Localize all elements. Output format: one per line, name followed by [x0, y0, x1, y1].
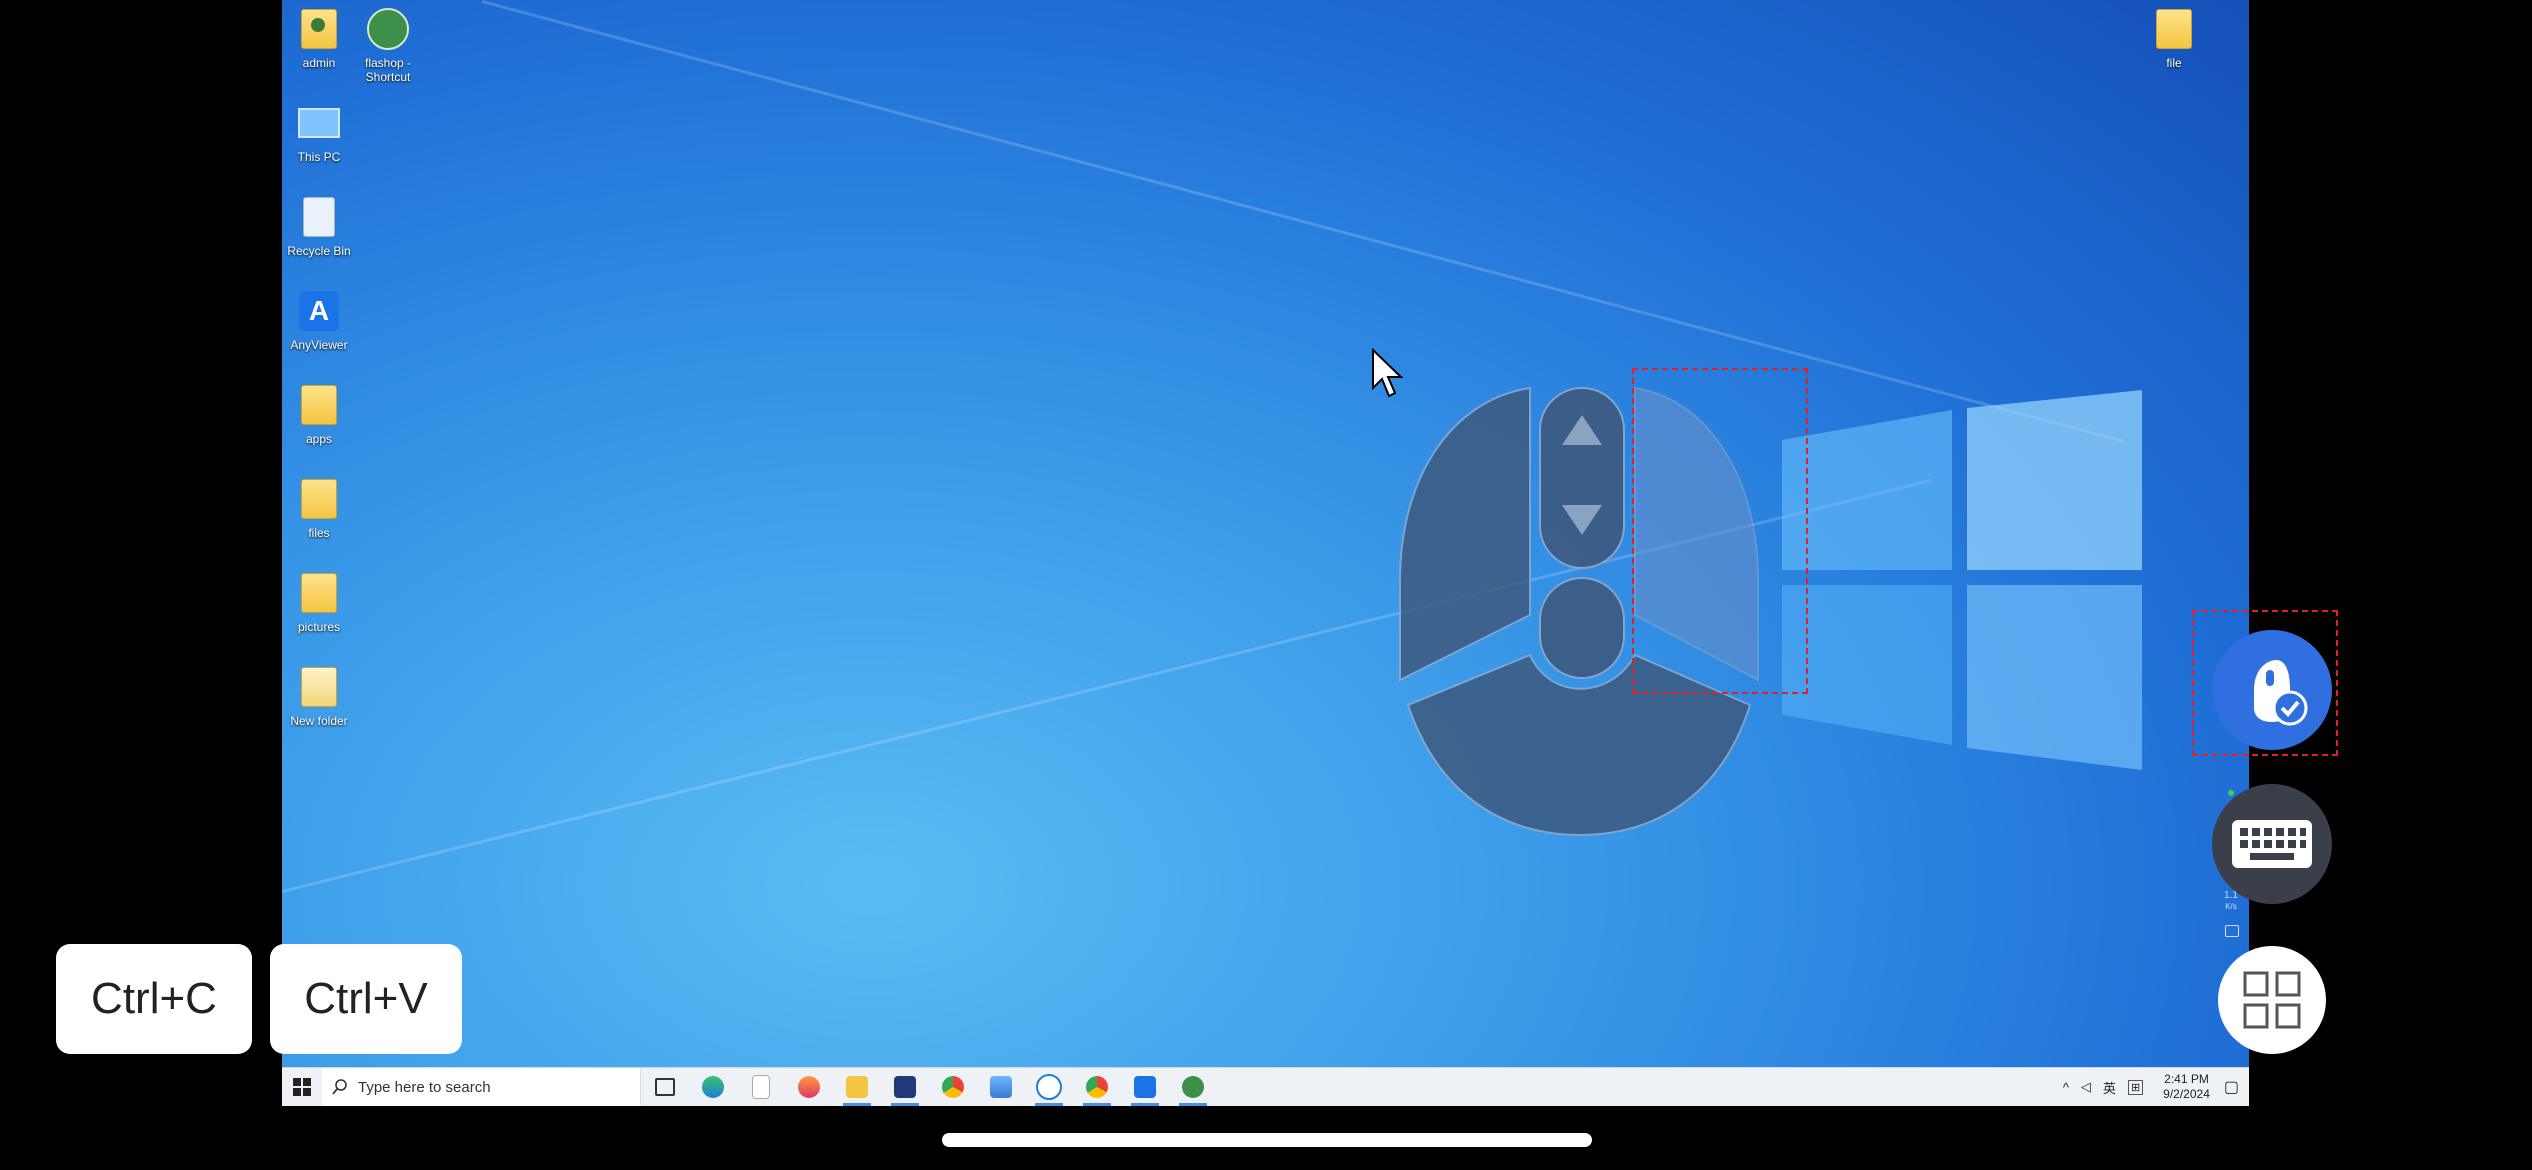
volume-icon[interactable]: ◁: [2081, 1079, 2091, 1095]
taskbar-app-flashop[interactable]: [1169, 1068, 1217, 1106]
remote-desktop[interactable]: admin flashop - Shortcut This PC Recycle…: [282, 0, 2249, 1106]
folder-icon: [296, 570, 342, 616]
wallpaper-beam: [481, 0, 2125, 443]
highlight-right-button: [1632, 368, 1808, 694]
taskbar-clock[interactable]: 2:41 PM 9/2/2024: [2163, 1072, 2210, 1102]
desktop-icon-anyviewer[interactable]: A AnyViewer: [282, 288, 361, 352]
desktop-icon-label: apps: [305, 432, 333, 446]
desktop-icon-label: New folder: [290, 714, 348, 728]
desktop-icon-label: AnyViewer: [290, 338, 348, 352]
start-button[interactable]: [282, 1068, 322, 1106]
grid-menu-icon: [2243, 971, 2301, 1029]
taskbar-app-photos[interactable]: [977, 1068, 1025, 1106]
keyboard-button[interactable]: [2212, 784, 2332, 904]
folder-icon: [296, 664, 342, 710]
anyviewer-icon: [1134, 1076, 1156, 1098]
highlight-mouse-mode: [2192, 610, 2338, 756]
status-dot-icon: [2228, 790, 2234, 796]
flashop-icon: [1182, 1076, 1204, 1098]
desktop-icon-file[interactable]: file: [2132, 6, 2216, 70]
desktop-icon-apps[interactable]: apps: [282, 382, 361, 446]
taskbar-app-generic[interactable]: [881, 1068, 929, 1106]
search-icon: [332, 1079, 347, 1095]
taskbar-app-chrome[interactable]: [929, 1068, 977, 1106]
taskbar-search-box[interactable]: Type here to search: [322, 1068, 641, 1106]
chat-icon: [1036, 1074, 1062, 1100]
desktop-icon-recycle-bin[interactable]: Recycle Bin: [282, 194, 361, 258]
taskbar-app-edge[interactable]: [689, 1068, 737, 1106]
anyviewer-icon: A: [296, 288, 342, 334]
clock-time: 2:41 PM: [2164, 1072, 2209, 1086]
desktop-icon-label: pictures: [297, 620, 341, 634]
desktop-icon-new-folder[interactable]: New folder: [282, 664, 361, 728]
task-view-button[interactable]: [641, 1068, 689, 1106]
recycle-bin-icon: [296, 194, 342, 240]
chrome-icon: [942, 1076, 964, 1098]
speed-unit: K/s: [2225, 902, 2237, 911]
shortcut-app-icon: [365, 6, 411, 52]
desktop-icon-pictures[interactable]: pictures: [282, 570, 361, 634]
taskbar-app-chat[interactable]: [1025, 1068, 1073, 1106]
windows-start-icon: [293, 1078, 311, 1096]
notification-icon[interactable]: ▢: [2224, 1077, 2239, 1097]
firefox-icon: [798, 1076, 820, 1098]
clock-date: 9/2/2024: [2163, 1087, 2210, 1101]
desktop-icon-files[interactable]: files: [282, 476, 361, 540]
app-icon: [894, 1076, 916, 1098]
input-method-icon[interactable]: ⊞: [2127, 1079, 2144, 1095]
file-explorer-icon: [846, 1076, 868, 1098]
chrome-alt-icon: [1086, 1076, 1108, 1098]
taskbar-app-chrome-alt[interactable]: [1073, 1068, 1121, 1106]
chevron-up-icon[interactable]: ^: [2063, 1080, 2069, 1095]
edge-icon: [702, 1076, 724, 1098]
desktop-icon-label: flashop - Shortcut: [364, 56, 412, 84]
this-pc-icon: [296, 100, 342, 146]
home-indicator[interactable]: [942, 1133, 1592, 1147]
desktop-icon-label: files: [308, 526, 330, 540]
folder-icon: [296, 476, 342, 522]
windows-taskbar: Type here to search ^ ◁ 英 ⊞ 2:41 PM 9/2/…: [282, 1067, 2249, 1106]
user-folder-icon: [296, 6, 342, 52]
desktop-icon-this-pc[interactable]: This PC: [282, 100, 361, 164]
photos-icon: [990, 1076, 1012, 1098]
task-view-icon: [655, 1078, 675, 1096]
notepad-icon: [752, 1075, 770, 1099]
taskbar-app-file-explorer[interactable]: [833, 1068, 881, 1106]
grid-menu-button[interactable]: [2218, 946, 2326, 1054]
desktop-icon-label: Recycle Bin: [287, 244, 351, 258]
taskbar-app-firefox[interactable]: [785, 1068, 833, 1106]
keyboard-icon: [2232, 820, 2312, 868]
taskbar-app-anyviewer[interactable]: [1121, 1068, 1169, 1106]
desktop-icon-flashop[interactable]: flashop - Shortcut: [346, 6, 430, 84]
ime-indicator[interactable]: 英: [2103, 1078, 2116, 1097]
taskbar-app-notepad[interactable]: [737, 1068, 785, 1106]
search-placeholder: Type here to search: [358, 1078, 491, 1096]
folder-icon: [296, 382, 342, 428]
virtual-mouse-left-button[interactable]: [1399, 386, 1531, 682]
middle-button[interactable]: [1539, 577, 1625, 679]
paste-shortcut-button[interactable]: Ctrl+V: [270, 944, 462, 1054]
copy-shortcut-button[interactable]: Ctrl+C: [56, 944, 252, 1054]
folder-icon: [2151, 6, 2197, 52]
desktop-icon-label: This PC: [297, 150, 341, 164]
desktop-icon-label: file: [2166, 56, 2182, 70]
system-tray: ^ ◁ 英 ⊞ 2:41 PM 9/2/2024 ▢: [2057, 1068, 2249, 1106]
windows-logo-wallpaper: [1782, 390, 2142, 770]
screenshot-icon[interactable]: [2225, 925, 2239, 937]
